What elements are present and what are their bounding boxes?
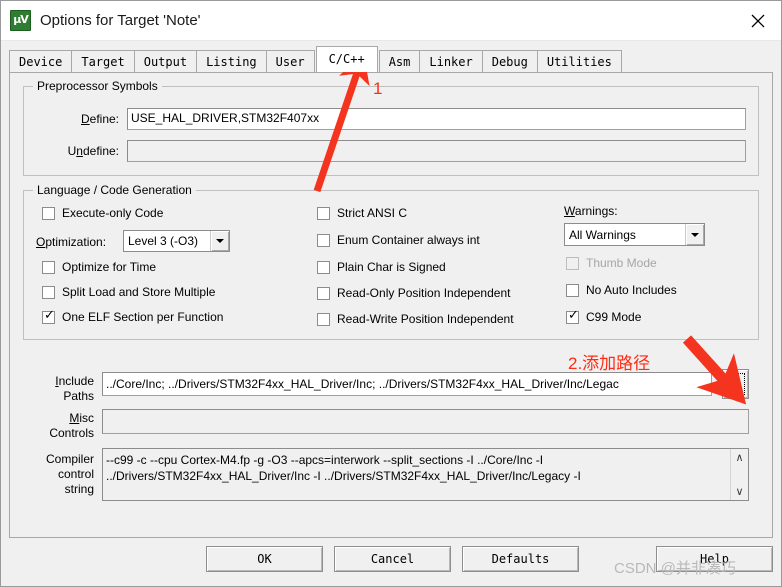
- tab-listing[interactable]: Listing: [196, 50, 267, 72]
- checkbox-label: Optimize for Time: [62, 260, 157, 274]
- checkbox-label: One ELF Section per Function: [62, 310, 224, 324]
- tab-output[interactable]: Output: [133, 50, 198, 72]
- misc-controls-input[interactable]: [102, 409, 749, 434]
- warnings-label: Warnings:: [564, 204, 618, 218]
- checkbox-box: [317, 260, 330, 274]
- checkbox-box: [317, 286, 330, 300]
- checkbox-label: Plain Char is Signed: [337, 260, 446, 274]
- scroll-up-icon[interactable]: ∧: [731, 449, 748, 466]
- tab-asm[interactable]: Asm: [378, 50, 421, 72]
- compiler-scrollbar[interactable]: ∧ ∨: [730, 449, 748, 500]
- checkbox-label: Enum Container always int: [337, 233, 480, 247]
- c-cpp-tab-page: Preprocessor Symbols Define: USE_HAL_DRI…: [9, 72, 773, 538]
- scroll-down-icon[interactable]: ∨: [731, 483, 748, 500]
- checkbox-label: Execute-only Code: [62, 206, 164, 220]
- uvision-icon: µV: [10, 10, 31, 31]
- checkbox-no-auto-includes[interactable]: No Auto Includes: [566, 283, 677, 297]
- checkbox-enum-container-always-int[interactable]: Enum Container always int: [317, 233, 480, 247]
- checkbox-strict-ansi-c[interactable]: Strict ANSI C: [317, 206, 407, 220]
- checkbox-box: [566, 283, 579, 297]
- language-code-generation-group: Language / Code Generation Execute-only …: [23, 183, 759, 340]
- define-input[interactable]: USE_HAL_DRIVER,STM32F407xx: [127, 108, 746, 130]
- tab-user[interactable]: User: [265, 50, 315, 72]
- compiler-control-label-line3: string: [64, 482, 94, 496]
- checkbox-label: Read-Only Position Independent: [337, 286, 511, 300]
- checkbox-plain-char-is-signed[interactable]: Plain Char is Signed: [317, 260, 446, 274]
- optimization-label: Optimization:: [36, 235, 107, 249]
- chevron-down-icon[interactable]: [685, 224, 704, 245]
- dialog-button-bar: OK Cancel Defaults Help: [1, 538, 781, 586]
- tab-strip: Device Target Output Listing User C/C++ …: [9, 45, 773, 72]
- checkbox-label: Thumb Mode: [586, 256, 657, 270]
- tab-c-cpp[interactable]: C/C++: [315, 46, 378, 72]
- chevron-down-icon[interactable]: [210, 231, 229, 251]
- warnings-select[interactable]: All Warnings: [564, 223, 705, 246]
- undefine-label: Undefine:: [67, 144, 119, 158]
- checkbox-read-only-position-independent[interactable]: Read-Only Position Independent: [317, 286, 510, 300]
- include-paths-input[interactable]: ../Core/Inc; ../Drivers/STM32F4xx_HAL_Dr…: [102, 372, 712, 396]
- include-paths-label-line2: Paths: [63, 389, 94, 403]
- uvision-icon-glyph: µV: [13, 13, 29, 26]
- cancel-button[interactable]: Cancel: [334, 546, 451, 572]
- checkbox-box: ✓: [566, 307, 579, 324]
- preprocessor-symbols-title: Preprocessor Symbols: [33, 79, 162, 93]
- checkbox-label: No Auto Includes: [586, 283, 677, 297]
- compiler-control-label-line2: control: [57, 467, 94, 481]
- options-dialog: µV Options for Target 'Note' Device Targ…: [0, 0, 782, 587]
- tab-linker[interactable]: Linker: [419, 50, 483, 72]
- ok-button[interactable]: OK: [206, 546, 323, 572]
- checkbox-read-write-position-independent[interactable]: Read-Write Position Independent: [317, 312, 514, 326]
- tab-device[interactable]: Device: [9, 50, 73, 72]
- defaults-button[interactable]: Defaults: [462, 546, 579, 572]
- compiler-control-string-box[interactable]: --c99 -c --cpu Cortex-M4.fp -g -O3 --apc…: [102, 448, 749, 501]
- optimization-value: Level 3 (-O3): [128, 234, 199, 248]
- checkbox-label: Split Load and Store Multiple: [62, 285, 216, 299]
- undefine-input[interactable]: [127, 140, 746, 162]
- checkbox-box: [42, 285, 55, 299]
- define-label: Define:: [80, 112, 119, 126]
- checkbox-one-elf-section-per-function[interactable]: ✓ One ELF Section per Function: [42, 307, 224, 324]
- language-code-generation-title: Language / Code Generation: [33, 183, 196, 197]
- checkbox-box: [566, 256, 579, 270]
- checkbox-box: [317, 312, 330, 326]
- browse-ellipsis-button[interactable]: [722, 369, 749, 399]
- checkbox-box: [317, 233, 330, 247]
- tab-debug[interactable]: Debug: [481, 50, 538, 72]
- check-icon: ✓: [568, 307, 579, 323]
- check-icon: ✓: [44, 307, 55, 323]
- compiler-control-string-value: --c99 -c --cpu Cortex-M4.fp -g -O3 --apc…: [106, 453, 581, 483]
- checkbox-box: ✓: [42, 307, 55, 324]
- include-paths-label-line1: Include: [55, 374, 94, 388]
- tab-utilities[interactable]: Utilities: [536, 50, 622, 72]
- misc-controls-label-line1: Misc: [69, 411, 94, 425]
- optimization-select[interactable]: Level 3 (-O3): [123, 230, 230, 252]
- checkbox-optimize-for-time[interactable]: Optimize for Time: [42, 260, 156, 274]
- checkbox-label: C99 Mode: [586, 310, 642, 324]
- misc-controls-label-line2: Controls: [49, 426, 94, 440]
- checkbox-box: [42, 260, 55, 274]
- checkbox-c99-mode[interactable]: ✓ C99 Mode: [566, 307, 642, 324]
- checkbox-label: Strict ANSI C: [337, 206, 408, 220]
- checkbox-box: [42, 206, 55, 220]
- checkbox-label: Read-Write Position Independent: [337, 312, 514, 326]
- window-title: Options for Target 'Note': [40, 12, 201, 29]
- help-button[interactable]: Help: [656, 546, 773, 572]
- preprocessor-symbols-group: Preprocessor Symbols Define: USE_HAL_DRI…: [23, 79, 759, 176]
- title-bar: µV Options for Target 'Note': [1, 1, 781, 41]
- checkbox-box: [317, 206, 330, 220]
- checkbox-split-load-and-store-multiple[interactable]: Split Load and Store Multiple: [42, 285, 215, 299]
- checkbox-thumb-mode: Thumb Mode: [566, 256, 657, 270]
- compiler-control-label-line1: Compiler: [45, 452, 94, 466]
- checkbox-execute-only-code[interactable]: Execute-only Code: [42, 206, 163, 220]
- tab-target[interactable]: Target: [71, 50, 135, 72]
- focus-rectangle: [726, 373, 745, 395]
- warnings-value: All Warnings: [569, 227, 636, 242]
- close-icon[interactable]: [735, 1, 781, 40]
